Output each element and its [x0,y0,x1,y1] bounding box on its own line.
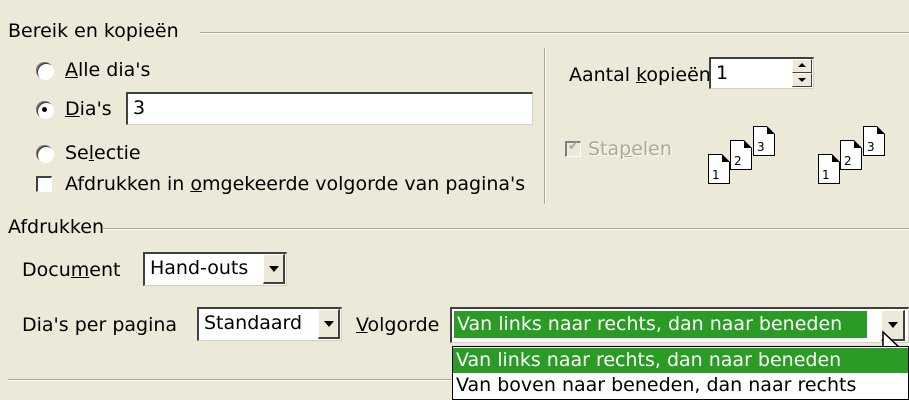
collate-check-mark-icon: ✔ [568,139,579,154]
document-dropdown-button[interactable] [263,254,285,284]
document-label: Document [22,259,121,281]
order-dropdown-list[interactable]: Van links naar rechts, dan naar beneden … [452,346,909,400]
order-option-2[interactable]: Van boven naar beneden, dan naar rechts [453,373,908,398]
range-group-title: Bereik en kopieën [8,20,179,42]
per-page-dropdown-button[interactable] [318,309,340,339]
radio-selection[interactable] [36,145,53,162]
radio-slides-label[interactable]: Dia's [65,97,112,121]
print-group-title: Afdrukken [8,216,104,238]
reverse-order-label[interactable]: Afdrukken in omgekeerde volgorde van pag… [65,172,525,196]
copies-spin-up[interactable] [792,59,812,73]
range-group-line [200,32,909,34]
order-select-value: Van links naar rechts, dan naar beneden [454,311,867,338]
chevron-down-icon [887,322,898,328]
radio-selection-label[interactable]: Selectie [65,141,141,165]
group-divider [544,48,546,204]
dialog-bottom-separator [8,379,452,381]
chevron-down-icon [323,320,334,327]
radio-slides[interactable] [36,101,53,118]
radio-all-slides-label[interactable]: Alle dia's [65,58,150,82]
copies-spin-down[interactable] [792,73,812,87]
per-page-label: Dia's per pagina [22,314,178,336]
print-group-line [103,228,909,230]
chevron-down-icon [268,265,279,272]
order-label: Volgorde [356,314,440,336]
order-option-1[interactable]: Van links naar rechts, dan naar beneden [453,348,908,373]
radio-all-slides[interactable] [36,62,53,79]
copies-label: Aantal kopieën [569,64,711,86]
collate-label: Stapelen [588,138,672,160]
order-select[interactable]: Van links naar rechts, dan naar beneden [450,307,909,343]
slides-input[interactable]: 3 [126,92,533,125]
reverse-order-checkbox[interactable] [36,176,52,192]
